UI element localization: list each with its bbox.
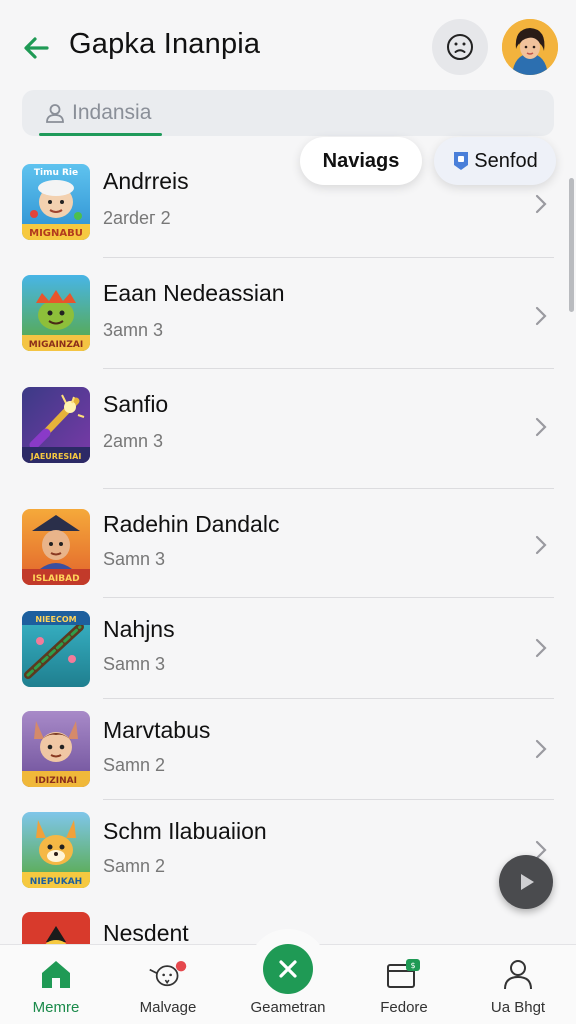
item-subtitle: Samn 2 <box>103 755 166 775</box>
nav-item-fedore[interactable]: $ Fedore <box>354 945 454 1024</box>
item-thumbnail: NIEECOM <box>22 611 90 687</box>
item-subtitle: Samn 2 <box>103 856 166 876</box>
user-icon <box>46 104 64 123</box>
feedback-button[interactable] <box>432 19 488 75</box>
senfod-chip[interactable]: Senfod <box>434 137 556 185</box>
svg-text:MIGNABU: MIGNABU <box>29 228 83 239</box>
person-icon <box>498 957 538 991</box>
nav-label: Malvage <box>139 999 197 1016</box>
item-subtitle: Samn 3 <box>103 549 166 569</box>
item-thumbnail: ISLAIBAD <box>22 509 90 585</box>
arrow-left-icon <box>24 37 49 59</box>
avatar[interactable] <box>502 19 558 75</box>
list-item[interactable]: MIGAINZAI Eaan Nedeassian 3amn 3 <box>0 258 576 370</box>
item-thumbnail: JAEURESIAI <box>22 387 90 463</box>
svg-text:NIEECOM: NIEECOM <box>35 615 76 624</box>
scrollbar[interactable] <box>569 178 574 312</box>
user-avatar <box>502 19 558 75</box>
svg-text:IDIZINAI: IDIZINAI <box>35 776 77 786</box>
chevron-right-icon <box>535 194 547 214</box>
badge-icon <box>452 150 470 172</box>
app-header: Gapka Inanpia <box>0 0 576 90</box>
nav-label: Fedore <box>380 999 428 1016</box>
senfod-chip-label: Senfod <box>474 149 538 172</box>
item-title: Radehin Dandalc <box>103 511 280 537</box>
home-icon <box>36 957 76 991</box>
item-title: Eaan Nedeassian <box>103 280 285 306</box>
page-title: Gapka Inanpia <box>69 28 261 60</box>
back-button[interactable] <box>18 30 54 66</box>
item-title: Nesdent <box>103 920 189 944</box>
play-button[interactable] <box>499 855 553 909</box>
item-title: Marvtabus <box>103 717 211 743</box>
bird-icon <box>148 957 188 991</box>
svg-text:JAEURESIAI: JAEURESIAI <box>30 452 82 461</box>
nav-item-geametran[interactable]: Geametran <box>238 945 338 1024</box>
item-subtitle: 3amn 3 <box>103 320 164 340</box>
svg-text:$: $ <box>410 961 415 970</box>
item-thumbnail: IDIZINAI <box>22 711 90 787</box>
list-item[interactable]: NIEECOM Nahjns Samn 3 <box>0 598 576 698</box>
chevron-right-icon <box>535 638 547 658</box>
item-title: Nahjns <box>103 616 175 642</box>
chevron-right-icon <box>535 417 547 437</box>
svg-text:Timu Rie: Timu Rie <box>34 168 78 178</box>
item-subtitle: Samn 3 <box>103 654 166 674</box>
list-item[interactable]: JAEURESIAI Sanfio 2amn 3 <box>0 369 576 489</box>
item-title: Sanfio <box>103 391 169 417</box>
item-thumbnail <box>22 912 90 944</box>
item-title: Andrreis <box>103 168 189 194</box>
search-input[interactable] <box>72 101 372 125</box>
sad-face-icon <box>447 34 473 60</box>
chevron-right-icon <box>535 306 547 326</box>
nav-label: Geametran <box>250 999 326 1016</box>
navigate-chip[interactable]: Naviags <box>300 137 422 185</box>
nav-label: Memre <box>32 999 80 1016</box>
item-title: Schm Ilabuaiion <box>103 818 267 844</box>
item-subtitle: 2ardeг 2 <box>103 208 171 228</box>
svg-text:MIGAINZAI: MIGAINZAI <box>29 340 83 350</box>
nav-item-malvage[interactable]: Malvage <box>118 945 218 1024</box>
bottom-navigation: Memre Malvage Geametran $ Fedore Ua Bhgt <box>0 929 576 1024</box>
nav-label: Ua Bhgt <box>490 999 546 1016</box>
chevron-right-icon <box>535 535 547 555</box>
search-bar[interactable] <box>22 90 554 136</box>
card-icon: $ <box>384 957 424 991</box>
search-tab-indicator <box>39 133 162 136</box>
chevron-right-icon <box>535 739 547 759</box>
svg-text:ISLAIBAD: ISLAIBAD <box>32 574 79 584</box>
list-item[interactable]: IDIZINAI Marvtabus Samn 2 <box>0 699 576 799</box>
nav-item-ua-bhgt[interactable]: Ua Bhgt <box>468 945 568 1024</box>
play-icon <box>521 874 534 890</box>
item-thumbnail: MIGNABU Timu Rie <box>22 164 90 240</box>
list-item[interactable]: NIEPUKAH Schm Ilabuaiion Samn 2 <box>0 800 576 900</box>
item-thumbnail: NIEPUKAH <box>22 812 90 888</box>
item-thumbnail: MIGAINZAI <box>22 275 90 351</box>
svg-text:NIEPUKAH: NIEPUKAH <box>30 877 82 887</box>
list-item[interactable]: ISLAIBAD Radehin Dandalc Samn 3 <box>0 489 576 599</box>
item-subtitle: 2amn 3 <box>103 431 164 451</box>
nav-item-memre[interactable]: Memre <box>6 945 106 1024</box>
